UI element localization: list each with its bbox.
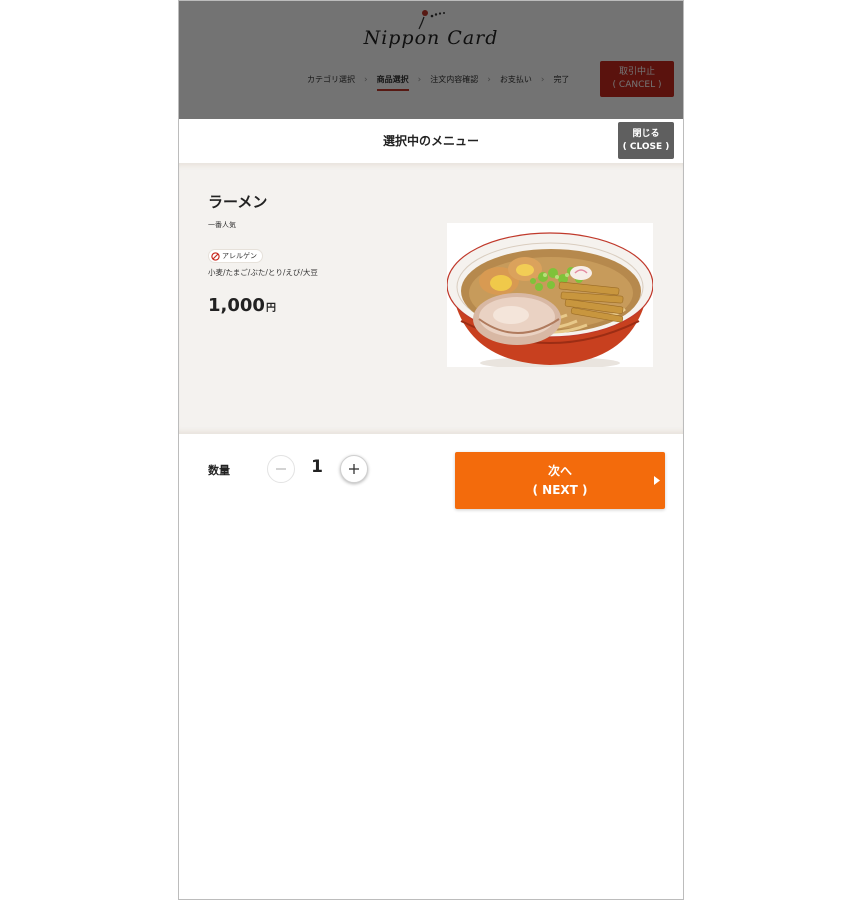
chevron-right-icon: ›: [540, 74, 545, 85]
close-button[interactable]: 閉じる ( CLOSE ): [618, 122, 674, 159]
quantity-decrease-button[interactable]: [267, 455, 295, 483]
allergen-badge-label: アレルゲン: [222, 252, 257, 260]
step-confirm: 注文内容確認: [430, 75, 479, 84]
quantity-value: 1: [311, 457, 323, 477]
modal-title: 選択中のメニュー: [382, 134, 479, 148]
header: Nippon Card カテゴリ選択 › 商品選択 › 注文内容確認 › お支払…: [179, 1, 683, 119]
quantity-increase-button[interactable]: [340, 455, 368, 483]
next-button[interactable]: 次へ ( NEXT ): [455, 452, 665, 509]
chevron-right-icon: ›: [487, 74, 491, 85]
ramen-photo: [447, 223, 653, 367]
cancel-sub-label: ( CANCEL ): [612, 80, 662, 90]
cancel-label: 取引中止: [618, 67, 655, 77]
cancel-button[interactable]: 取引中止 ( CANCEL ): [600, 61, 674, 97]
next-label: 次へ: [547, 463, 572, 478]
step-category: カテゴリ選択: [307, 75, 355, 84]
price-value: 1,000: [208, 295, 265, 316]
item-detail: ラーメン 一番人気 アレルゲン 小麦/たまご/ぶた/とり/えび/大豆 1,000…: [179, 163, 683, 434]
step-complete: 完了: [553, 75, 570, 84]
price-unit: 円: [265, 303, 276, 314]
chevron-right-icon: ›: [364, 74, 368, 85]
plus-icon: [349, 464, 359, 474]
allergen-list: 小麦/たまご/ぶた/とり/えび/大豆: [208, 268, 318, 277]
kiosk-screen: Nippon Card カテゴリ選択 › 商品選択 › 注文内容確認 › お支払…: [178, 0, 684, 900]
close-label: 閉じる: [632, 128, 660, 139]
arrow-right-icon: [654, 476, 660, 485]
chevron-right-icon: ›: [417, 74, 422, 85]
prohibited-icon: [211, 251, 220, 261]
allergen-badge: アレルゲン: [208, 249, 263, 263]
item-name: ラーメン: [208, 193, 268, 211]
next-sub-label: ( NEXT ): [532, 482, 588, 497]
minus-icon: [276, 468, 286, 470]
step-product: 商品選択: [376, 74, 409, 91]
progress-steps: カテゴリ選択 › 商品選択 › 注文内容確認 › お支払い › 完了: [307, 74, 569, 91]
modal-header: 選択中のメニュー 閉じる ( CLOSE ): [179, 119, 683, 163]
item-price: 1,000円: [208, 295, 276, 316]
logo: Nippon Card: [179, 7, 683, 49]
item-tag: 一番人気: [208, 221, 236, 229]
quantity-label: 数量: [208, 464, 230, 477]
close-sub-label: ( CLOSE ): [622, 141, 670, 152]
step-payment: お支払い: [499, 75, 532, 84]
logo-text: Nippon Card: [363, 27, 499, 49]
